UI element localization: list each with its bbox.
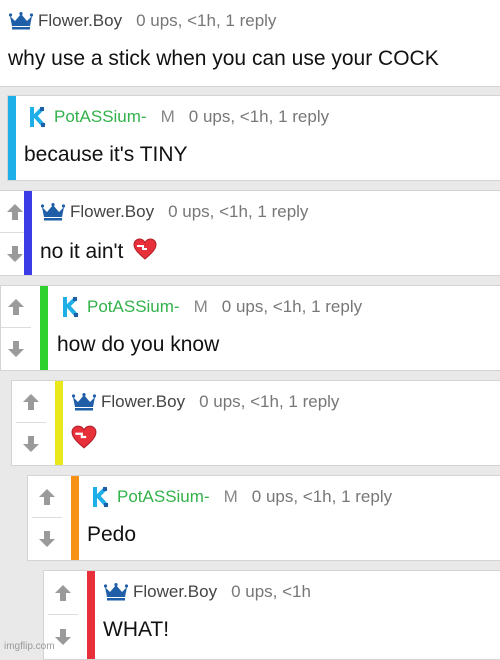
arrow-up-icon xyxy=(7,203,23,220)
mod-badge: M xyxy=(193,297,208,316)
downvote-button[interactable] xyxy=(48,615,78,659)
username[interactable]: Flower.Boy xyxy=(70,202,154,222)
upvote-button[interactable] xyxy=(16,381,46,423)
upvote-button[interactable] xyxy=(1,286,31,328)
arrow-down-icon xyxy=(23,436,39,452)
heart-icon xyxy=(133,238,157,266)
comment-text: Pedo xyxy=(87,523,137,546)
comment-text-value: no it ain't xyxy=(40,240,124,263)
crown-icon[interactable] xyxy=(8,9,34,33)
arrow-down-icon xyxy=(7,246,23,262)
username[interactable]: PotASSium- xyxy=(54,107,147,127)
crown-icon[interactable] xyxy=(103,580,129,604)
username[interactable]: PotASSium- xyxy=(87,297,180,317)
potassium-logo-icon[interactable] xyxy=(24,105,50,129)
mod-badge: M xyxy=(160,107,175,126)
comment-meta: 0 ups, <1h, 1 reply xyxy=(199,392,340,411)
thread-depth-bar xyxy=(87,571,95,659)
username[interactable]: Flower.Boy xyxy=(133,582,217,602)
comment-6: Flower.Boy 0 ups, <1h WHAT! xyxy=(43,570,500,660)
comment-5: PotASSium- M 0 ups, <1h, 1 reply Pedo xyxy=(27,475,500,561)
comment-meta: 0 ups, <1h, 1 reply xyxy=(251,487,393,506)
arrow-up-icon xyxy=(8,298,24,315)
downvote-button[interactable] xyxy=(1,328,31,370)
comment-text: WHAT! xyxy=(103,618,170,641)
comment-meta: 0 ups, <1h, 1 reply xyxy=(136,11,277,30)
comment-text: how do you know xyxy=(57,333,220,356)
arrow-up-icon xyxy=(55,584,71,601)
vote-controls xyxy=(1,286,31,370)
thread-depth-bar xyxy=(71,476,79,560)
comment-meta: 0 ups, <1h, 1 reply xyxy=(221,297,363,316)
comment-meta: 0 ups, <1h xyxy=(231,582,311,601)
comment-text: because it's TINY xyxy=(24,143,188,166)
thread-depth-bar xyxy=(55,381,63,465)
upvote-button[interactable] xyxy=(32,476,62,518)
comment-2: Flower.Boy 0 ups, <1h, 1 reply no it ain… xyxy=(0,190,500,276)
comment-4: Flower.Boy 0 ups, <1h, 1 reply xyxy=(11,380,500,466)
username[interactable]: PotASSium- xyxy=(117,487,210,507)
watermark: imgflip.com xyxy=(4,641,55,652)
heart-icon xyxy=(71,425,97,454)
upvote-button[interactable] xyxy=(48,571,78,615)
comment-3: PotASSium- M 0 ups, <1h, 1 reply how do … xyxy=(0,285,500,371)
comment-text: no it ain't xyxy=(40,238,157,266)
downvote-button[interactable] xyxy=(32,518,62,560)
arrow-down-icon xyxy=(39,531,55,547)
arrow-up-icon xyxy=(39,488,55,505)
comment-meta: 0 ups, <1h, 1 reply xyxy=(168,202,309,221)
thread-depth-bar xyxy=(24,191,32,275)
potassium-logo-icon[interactable] xyxy=(87,485,113,509)
arrow-up-icon xyxy=(23,393,39,410)
arrow-down-icon xyxy=(8,341,24,357)
username[interactable]: Flower.Boy xyxy=(38,11,122,31)
vote-controls xyxy=(32,476,62,560)
comment-meta: 0 ups, <1h, 1 reply xyxy=(188,107,330,126)
crown-icon[interactable] xyxy=(40,200,66,224)
thread-depth-bar xyxy=(40,286,48,370)
crown-icon[interactable] xyxy=(71,390,97,414)
arrow-down-icon xyxy=(55,629,71,645)
downvote-button[interactable] xyxy=(16,423,46,465)
thread-depth-bar xyxy=(8,96,16,180)
vote-controls xyxy=(16,381,46,465)
mod-badge: M xyxy=(223,487,238,506)
potassium-logo-icon[interactable] xyxy=(57,295,83,319)
comment-1: PotASSium- M 0 ups, <1h, 1 reply because… xyxy=(7,95,500,181)
username[interactable]: Flower.Boy xyxy=(101,392,185,412)
comment-text: why use a stick when you can use your CO… xyxy=(8,47,439,70)
comment-0: Flower.Boy 0 ups, <1h, 1 reply why use a… xyxy=(0,0,500,87)
